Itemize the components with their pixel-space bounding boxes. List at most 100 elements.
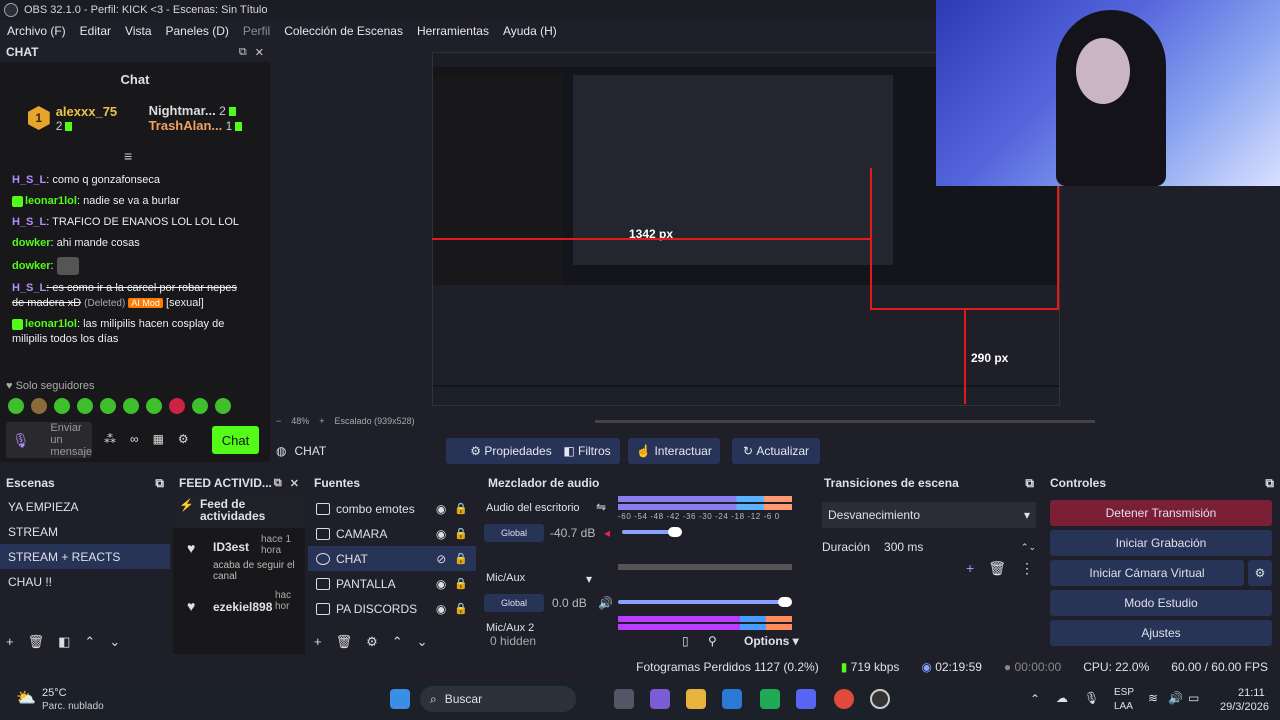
wifi-icon[interactable]: ≋ <box>1148 691 1158 705</box>
file-explorer-icon[interactable] <box>686 689 706 709</box>
emote-icon[interactable] <box>77 398 93 414</box>
chat-username[interactable]: leonar1lol <box>25 318 77 330</box>
eye-icon[interactable]: ◉ <box>436 602 446 616</box>
gifter-1[interactable]: 1 alexxx_75 2 <box>27 103 117 133</box>
trash-icon[interactable]: 🗑 <box>336 634 353 650</box>
virtual-camera-settings-icon[interactable]: ⚙ <box>1248 560 1272 586</box>
float-icon[interactable]: ⧉ <box>1025 476 1034 491</box>
source-item[interactable]: PA DISCORDS ◉ 🔒 <box>308 596 476 621</box>
duration-input[interactable]: 300 ms <box>884 540 1021 554</box>
spreadsheet-icon[interactable] <box>760 689 780 709</box>
settings-button[interactable]: Ajustes <box>1050 620 1272 646</box>
menu-herramientas[interactable]: Herramientas <box>410 24 496 38</box>
volume-knob[interactable] <box>668 527 682 537</box>
float-icon[interactable]: ⧉ <box>239 46 247 59</box>
menu-paneles[interactable]: Paneles (D) <box>159 24 236 38</box>
scene-item[interactable]: YA EMPIEZA <box>0 494 170 519</box>
chat-username[interactable]: H_S_L <box>12 282 46 294</box>
trash-icon[interactable]: 🗑 <box>28 634 45 650</box>
discord-icon[interactable] <box>796 689 816 709</box>
source-item[interactable]: PANTALLA ◉ 🔒 <box>308 571 476 596</box>
chat-send-button[interactable]: Chat <box>212 426 259 454</box>
store-icon[interactable]: ▦ <box>153 432 164 446</box>
eye-hidden-icon[interactable]: ⊘ <box>436 552 446 566</box>
menu-ayuda[interactable]: Ayuda (H) <box>496 24 564 38</box>
emote-icon[interactable] <box>100 398 116 414</box>
task-view-icon[interactable] <box>614 689 634 709</box>
battery-icon[interactable]: ▭ <box>1188 691 1199 705</box>
clock-date[interactable]: 29/3/2026 <box>1220 701 1269 713</box>
link-icon[interactable]: ⚲ <box>708 634 717 648</box>
obs-taskbar-icon[interactable] <box>870 689 890 709</box>
volume-icon[interactable]: 🔊 <box>1168 691 1183 705</box>
emote-icon[interactable] <box>192 398 208 414</box>
mic-icon[interactable]: 🎙 <box>12 433 44 447</box>
expand-list-icon[interactable]: ≡ <box>124 148 132 164</box>
gear-icon[interactable]: ⚙ <box>178 432 189 446</box>
link-icon[interactable]: ⇋ <box>596 500 606 514</box>
chrome-icon[interactable] <box>834 689 854 709</box>
add-icon[interactable]: + <box>6 634 14 650</box>
up-icon[interactable]: ⌃ <box>392 634 403 650</box>
source-item-selected[interactable]: CHAT ⊘ 🔒 <box>308 546 476 571</box>
chat-username[interactable]: H_S_L <box>12 174 46 186</box>
clock-time[interactable]: 21:11 <box>1238 687 1265 699</box>
windows-start-icon[interactable] <box>390 689 410 709</box>
filter-icon[interactable]: ◧ <box>58 634 70 650</box>
emote-icon[interactable] <box>215 398 231 414</box>
gifter-2[interactable]: Nightmar... 2 <box>149 103 243 118</box>
chat-username[interactable]: H_S_L <box>12 216 46 228</box>
close-icon[interactable]: ✕ <box>255 46 264 59</box>
spin-icon[interactable]: ⌃⌄ <box>1021 542 1036 553</box>
refresh-button[interactable]: ↻ Actualizar <box>732 438 820 464</box>
menu-editar[interactable]: Editar <box>73 24 118 38</box>
zoom-in-button[interactable]: + <box>319 416 324 426</box>
chat-username[interactable]: leonar1lol <box>25 195 77 207</box>
emote-icon[interactable] <box>169 398 185 414</box>
menu-coleccion[interactable]: Colección de Escenas <box>277 24 410 38</box>
source-item[interactable]: CAMARA ◉ 🔒 <box>308 521 476 546</box>
add-icon[interactable]: + <box>966 560 974 577</box>
menu-archivo[interactable]: Archivo (F) <box>0 24 73 38</box>
eye-icon[interactable]: ◉ <box>436 527 446 541</box>
infinity-label[interactable]: ∞ <box>130 432 139 446</box>
start-virtual-camera-button[interactable]: Iniciar Cámara Virtual <box>1050 560 1244 586</box>
menu-perfil[interactable]: Perfil <box>236 24 277 38</box>
speaker-icon[interactable]: 🔊 <box>598 596 613 610</box>
copilot-icon[interactable] <box>650 689 670 709</box>
scene-item[interactable]: STREAM <box>0 519 170 544</box>
users-icon[interactable]: ⁂ <box>104 432 116 446</box>
emote-icon[interactable] <box>8 398 24 414</box>
float-icon[interactable]: ⧉ <box>274 477 282 490</box>
float-icon[interactable]: ⧉ <box>1265 476 1274 491</box>
studio-mode-button[interactable]: Modo Estudio <box>1050 590 1272 616</box>
emote-icon[interactable] <box>54 398 70 414</box>
horizontal-scrollbar[interactable] <box>594 419 1095 423</box>
eye-icon[interactable]: ◉ <box>436 577 446 591</box>
stop-streaming-button[interactable]: Detener Transmisión <box>1050 500 1272 526</box>
interact-button[interactable]: ☝ Interactuar <box>628 438 720 464</box>
transition-select[interactable]: Desvanecimiento ▾ <box>822 502 1036 528</box>
down-icon[interactable]: ⌄ <box>417 634 428 650</box>
float-icon[interactable]: ⧉ <box>155 476 164 491</box>
more-icon[interactable]: ⋮ <box>1020 560 1034 577</box>
add-icon[interactable]: + <box>314 634 322 650</box>
lock-icon[interactable]: 🔒 <box>454 577 468 590</box>
cloud-icon[interactable]: ☁ <box>1056 691 1068 705</box>
weather-icon[interactable]: ⛅ <box>16 688 36 708</box>
chevron-down-icon[interactable]: ▾ <box>586 572 592 586</box>
lock-icon[interactable]: 🔒 <box>454 552 468 565</box>
scene-item-selected[interactable]: STREAM + REACTS <box>0 544 170 569</box>
volume-knob[interactable] <box>778 597 792 607</box>
emote-icon[interactable] <box>123 398 139 414</box>
chat-username[interactable]: dowker <box>12 260 51 272</box>
zoom-out-button[interactable]: − <box>276 416 281 426</box>
global-button[interactable]: Global <box>484 524 544 542</box>
trash-icon[interactable]: 🗑 <box>988 560 1006 577</box>
store-icon[interactable] <box>722 689 742 709</box>
filters-button[interactable]: ◧ Filtros <box>554 438 620 464</box>
lock-icon[interactable]: 🔒 <box>454 602 468 615</box>
mute-icon[interactable]: ◂ <box>604 526 610 540</box>
chat-input[interactable]: 🎙 Enviar un mensaje <box>6 422 92 458</box>
gifter-3[interactable]: TrashAlan... 1 <box>149 118 243 133</box>
